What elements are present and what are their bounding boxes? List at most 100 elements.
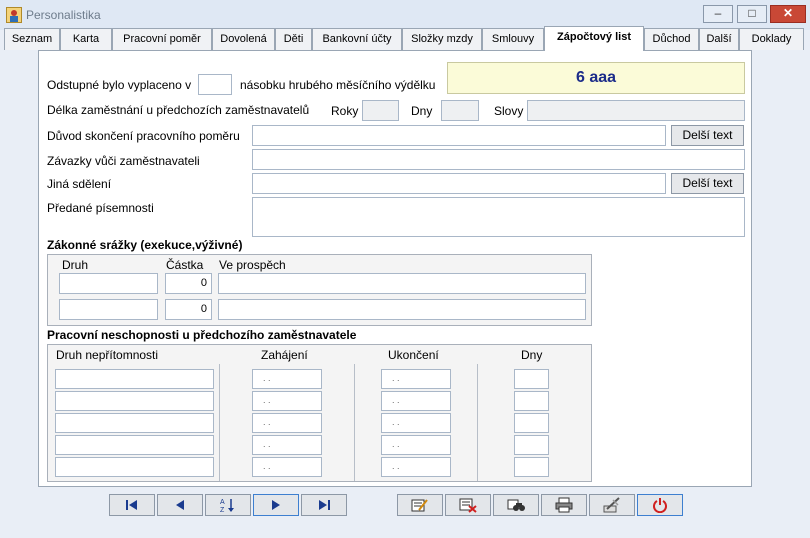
last-record-button[interactable] [301,494,347,516]
bottom-toolbar: AZ [0,494,810,520]
other-notices-longer-text-button[interactable]: Delší text [671,173,744,194]
tab-bankovni-ucty[interactable]: Bankovní účty [312,28,402,50]
incapacity-row-4-days[interactable] [514,435,549,455]
previous-record-icon [176,500,184,510]
next-record-icon [272,500,280,510]
deduction-row-1-amount[interactable]: 0 [165,273,212,294]
termination-reason-input[interactable] [252,125,666,146]
incapacity-row-2-type[interactable] [55,391,214,411]
exit-button[interactable] [637,494,683,516]
incapacity-row-3-days[interactable] [514,413,549,433]
print-icon [555,497,573,513]
tab-doklady[interactable]: Doklady [739,28,804,50]
search-button[interactable] [493,494,539,516]
obligations-label: Závazky vůči zaměstnavateli [47,154,200,168]
incapacity-row-2-start[interactable]: . . [252,391,322,411]
tools-button[interactable] [589,494,635,516]
words-input[interactable] [527,100,745,121]
deduction-row-1-type[interactable] [59,273,158,294]
deductions-header-beneficiary: Ve prospěch [219,258,286,272]
svg-text:Z: Z [220,507,225,513]
incapacity-row-1-type[interactable] [55,369,214,389]
incapacity-divider [477,364,478,481]
incapacity-title: Pracovní neschopnosti u předchozího zamě… [47,328,357,342]
tab-strip: Seznam Karta Pracovní poměr Dovolená Dět… [4,26,806,51]
print-button[interactable] [541,494,587,516]
incapacity-row-1-start[interactable]: . . [252,369,322,389]
app-person-icon [6,7,22,23]
sort-icon: AZ [220,499,234,513]
incapacity-row-4-type[interactable] [55,435,214,455]
window-title: Personalistika [26,8,101,22]
days-input[interactable] [441,100,479,121]
incapacity-row-4-start[interactable]: . . [252,435,322,455]
tab-karta[interactable]: Karta [60,28,112,50]
incapacity-row-3-start[interactable]: . . [252,413,322,433]
severance-multiple-input[interactable] [198,74,232,95]
severance-prefix-label: Odstupné bylo vyplaceno v [47,78,192,92]
power-icon [653,498,667,513]
deduction-row-2-beneficiary[interactable] [218,299,586,320]
employment-length-label: Délka zaměstnání u předchozích zaměstnav… [47,103,310,117]
minimize-button[interactable]: ‒ [703,5,733,23]
other-notices-input[interactable] [252,173,666,194]
close-button[interactable]: ✕ [770,5,806,23]
edit-record-icon [411,499,428,512]
incapacity-row-2-days[interactable] [514,391,549,411]
incapacity-row-5-end[interactable]: . . [381,457,451,477]
tab-seznam[interactable]: Seznam [4,28,60,50]
sort-button[interactable]: AZ [205,494,251,516]
deductions-header-amount: Částka [166,258,204,272]
tab-dovolena[interactable]: Dovolená [212,28,275,50]
next-record-button[interactable] [253,494,299,516]
obligations-input[interactable] [252,149,745,170]
tab-zapoctovy-list[interactable]: Zápočtový list [544,26,644,51]
incapacity-row-3-type[interactable] [55,413,214,433]
previous-record-button[interactable] [157,494,203,516]
employee-highlight-box: 6 aaa [447,62,745,94]
handed-docs-textarea[interactable] [252,197,745,237]
edit-record-button[interactable] [397,494,443,516]
incapacity-header-type: Druh nepřítomnosti [56,348,159,362]
search-binoculars-icon [507,499,525,511]
tab-dalsi[interactable]: Další [699,28,739,50]
deduction-row-2-type[interactable] [59,299,158,320]
termination-longer-text-button[interactable]: Delší text [671,125,744,146]
termination-reason-label: Důvod skončení pracovního poměru [47,129,240,143]
delete-record-button[interactable] [445,494,491,516]
delete-record-icon [459,498,477,513]
tab-duchod[interactable]: Důchod [644,28,699,50]
severance-suffix-label: násobku hrubého měsíčního výdělku [240,78,436,92]
incapacity-row-4-end[interactable]: . . [381,435,451,455]
incapacity-divider [219,364,220,481]
tab-deti[interactable]: Děti [275,28,312,50]
deductions-group: Druh Částka Ve prospěch 0 0 [47,254,592,326]
deduction-row-1-beneficiary[interactable] [218,273,586,294]
incapacity-row-5-start[interactable]: . . [252,457,322,477]
tab-slozky-mzdy[interactable]: Složky mzdy [402,28,482,50]
incapacity-row-5-type[interactable] [55,457,214,477]
handed-docs-label: Předané písemnosti [47,201,154,215]
tools-icon [603,497,620,513]
tab-pracovni-pomer[interactable]: Pracovní poměr [112,28,212,50]
maximize-button[interactable]: □ [737,5,767,23]
deduction-row-2-amount[interactable]: 0 [165,299,212,320]
incapacity-row-3-end[interactable]: . . [381,413,451,433]
years-label: Roky [331,104,359,118]
deductions-title: Zákonné srážky (exekuce,výživné) [47,238,243,252]
tab-smlouvy[interactable]: Smlouvy [482,28,544,50]
first-record-button[interactable] [109,494,155,516]
title-bar: Personalistika ‒ □ ✕ [0,0,810,30]
incapacity-row-5-days[interactable] [514,457,549,477]
last-record-icon [319,500,330,510]
incapacity-row-1-end[interactable]: . . [381,369,451,389]
incapacity-header-start: Zahájení [261,348,308,362]
incapacity-row-1-days[interactable] [514,369,549,389]
days-label: Dny [411,104,433,118]
years-input[interactable] [362,100,399,121]
deductions-header-type: Druh [62,258,89,272]
incapacity-row-2-end[interactable]: . . [381,391,451,411]
words-label: Slovy [494,104,524,118]
incapacity-header-end: Ukončení [388,348,439,362]
form-panel: Odstupné bylo vyplaceno v násobku hrubéh… [38,50,752,487]
